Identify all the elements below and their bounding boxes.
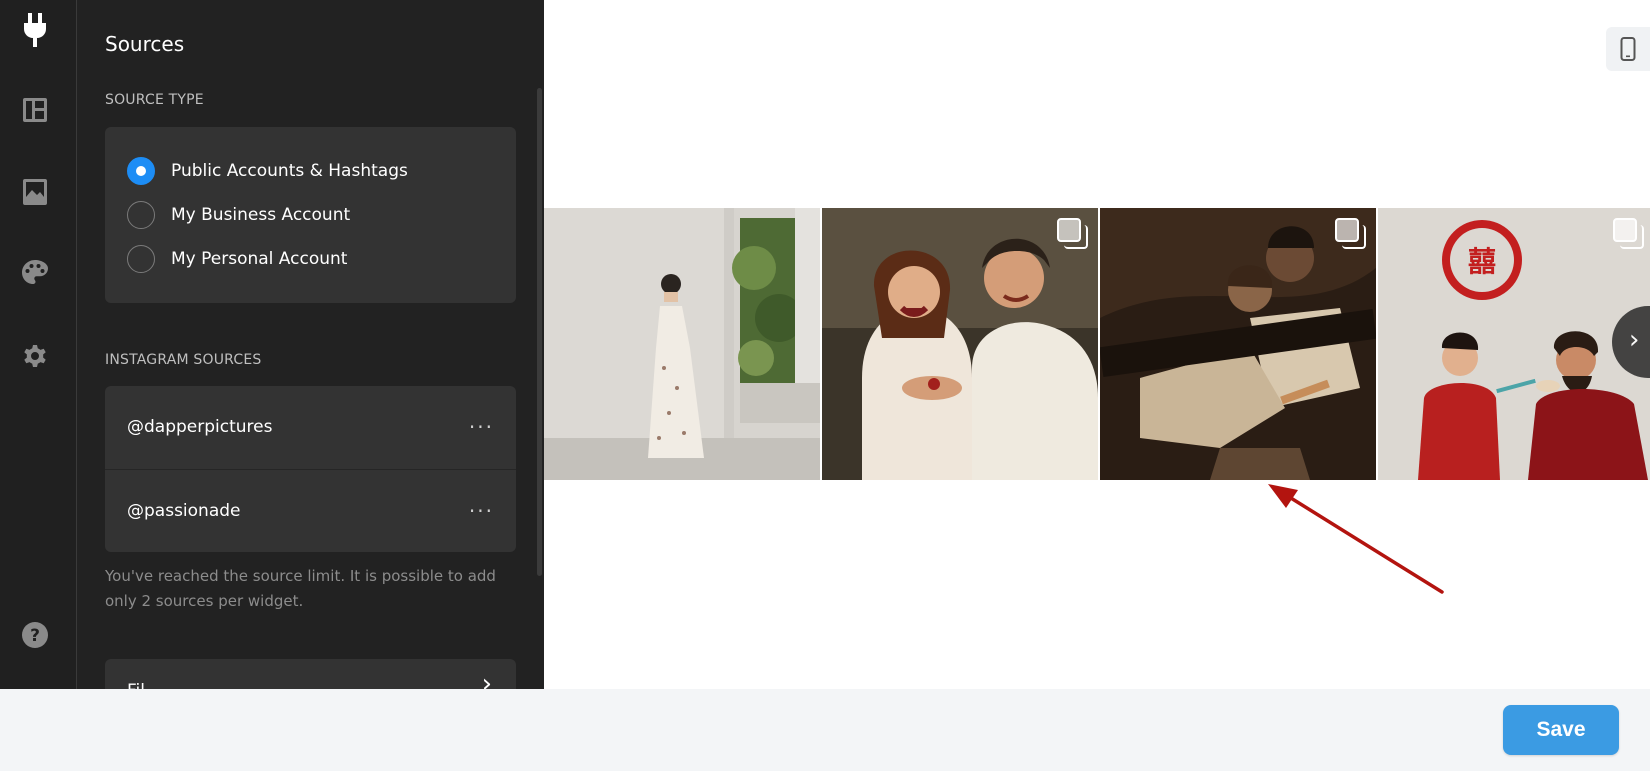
instagram-sources-card: @dapperpictures ··· @passionade ··· [105,386,516,552]
svg-text:囍: 囍 [1468,245,1496,278]
radio-business-account[interactable]: My Business Account [127,201,350,229]
source-type-card: Public Accounts & Hashtags My Business A… [105,127,516,303]
footer-bar: Save [0,689,1650,771]
more-options-icon[interactable]: ··· [469,415,494,439]
multi-image-icon [1057,218,1089,250]
multi-image-icon [1335,218,1367,250]
mobile-icon[interactable] [1606,27,1650,71]
radio-personal-account[interactable]: My Personal Account [127,245,347,273]
source-item-dapperpictures[interactable]: @dapperpictures ··· [105,386,516,468]
annotation-arrow [1268,484,1444,594]
panel-scrollbar[interactable] [537,88,542,576]
radio-button[interactable] [127,245,155,273]
filter-card-label: Fil [127,681,145,689]
instagram-sources-label: INSTAGRAM SOURCES [105,352,262,368]
source-item-passionade[interactable]: @passionade ··· [105,469,516,551]
filter-card[interactable]: Fil › [105,659,516,689]
chevron-right-icon: › [481,669,492,689]
plug-icon[interactable] [18,13,52,47]
icon-rail: ? [0,0,77,689]
image-icon[interactable] [18,175,52,209]
gear-icon[interactable] [18,339,52,373]
source-type-label: SOURCE TYPE [105,92,204,108]
svg-text:?: ? [30,626,40,646]
sources-panel: Sources SOURCE TYPE Public Accounts & Ha… [77,0,544,689]
multi-image-icon [1613,218,1645,250]
layout-icon[interactable] [18,93,52,127]
source-limit-note: You've reached the source limit. It is p… [105,567,496,610]
save-button[interactable]: Save [1503,705,1619,755]
photo-woman-floral-dress[interactable] [544,208,820,480]
palette-icon[interactable] [18,256,52,290]
radio-public-accounts[interactable]: Public Accounts & Hashtags [127,157,408,185]
panel-title: Sources [105,32,185,56]
more-options-icon[interactable]: ··· [469,499,494,523]
chevron-right-icon: › [1629,325,1640,355]
help-icon[interactable]: ? [18,618,52,652]
photo-wedding-tea-ceremony[interactable]: 囍 [1378,208,1650,480]
photo-couple-kissing[interactable] [1100,208,1376,480]
widget-preview: 囍 › [544,0,1650,689]
radio-button[interactable] [127,201,155,229]
radio-button-checked[interactable] [127,157,155,185]
photo-couple-laughing[interactable] [822,208,1098,480]
